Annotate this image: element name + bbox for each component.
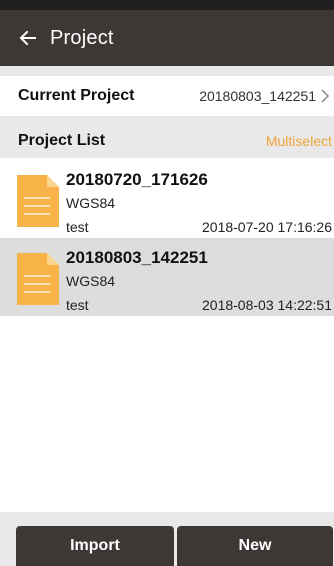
project-date: 2018-08-03 14:22:51 (202, 297, 332, 313)
bottom-action-bar: Import New (0, 526, 334, 566)
project-list-header: Project List Multiselect (0, 124, 334, 158)
current-project-label: Current Project (18, 87, 135, 104)
project-date: 2018-07-20 17:16:26 (202, 219, 332, 235)
app-bar: Project (0, 10, 334, 66)
project-list-item-selected[interactable]: 20180803_142251 WGS84 test 2018-08-03 14… (0, 238, 334, 316)
arrow-left-icon (19, 30, 36, 46)
status-bar-strip (0, 0, 334, 10)
project-crs: WGS84 (66, 273, 116, 289)
section-gap (0, 512, 334, 526)
project-name: 20180803_142251 (66, 248, 208, 267)
project-crs: WGS84 (66, 195, 116, 211)
project-list: 20180720_171626 WGS84 test 2018-07-20 17… (0, 160, 334, 316)
project-name: 20180720_171626 (66, 170, 208, 189)
document-icon (17, 253, 59, 305)
section-gap (0, 66, 334, 76)
document-icon (17, 175, 59, 227)
project-description: test (66, 297, 89, 313)
project-list-item[interactable]: 20180720_171626 WGS84 test 2018-07-20 17… (0, 160, 334, 238)
import-button[interactable]: Import (16, 526, 174, 566)
chevron-right-icon (321, 89, 330, 103)
project-description: test (66, 219, 89, 235)
current-project-value: 20180803_142251 (199, 88, 316, 104)
back-button[interactable] (0, 10, 56, 66)
project-list-label: Project List (18, 132, 106, 149)
new-project-button[interactable]: New (177, 526, 333, 566)
current-project-value-group: 20180803_142251 (199, 88, 330, 104)
section-gap (0, 116, 334, 124)
multiselect-button[interactable]: Multiselect (266, 133, 332, 149)
page-title: Project (50, 26, 114, 49)
current-project-row[interactable]: Current Project 20180803_142251 (0, 76, 334, 116)
